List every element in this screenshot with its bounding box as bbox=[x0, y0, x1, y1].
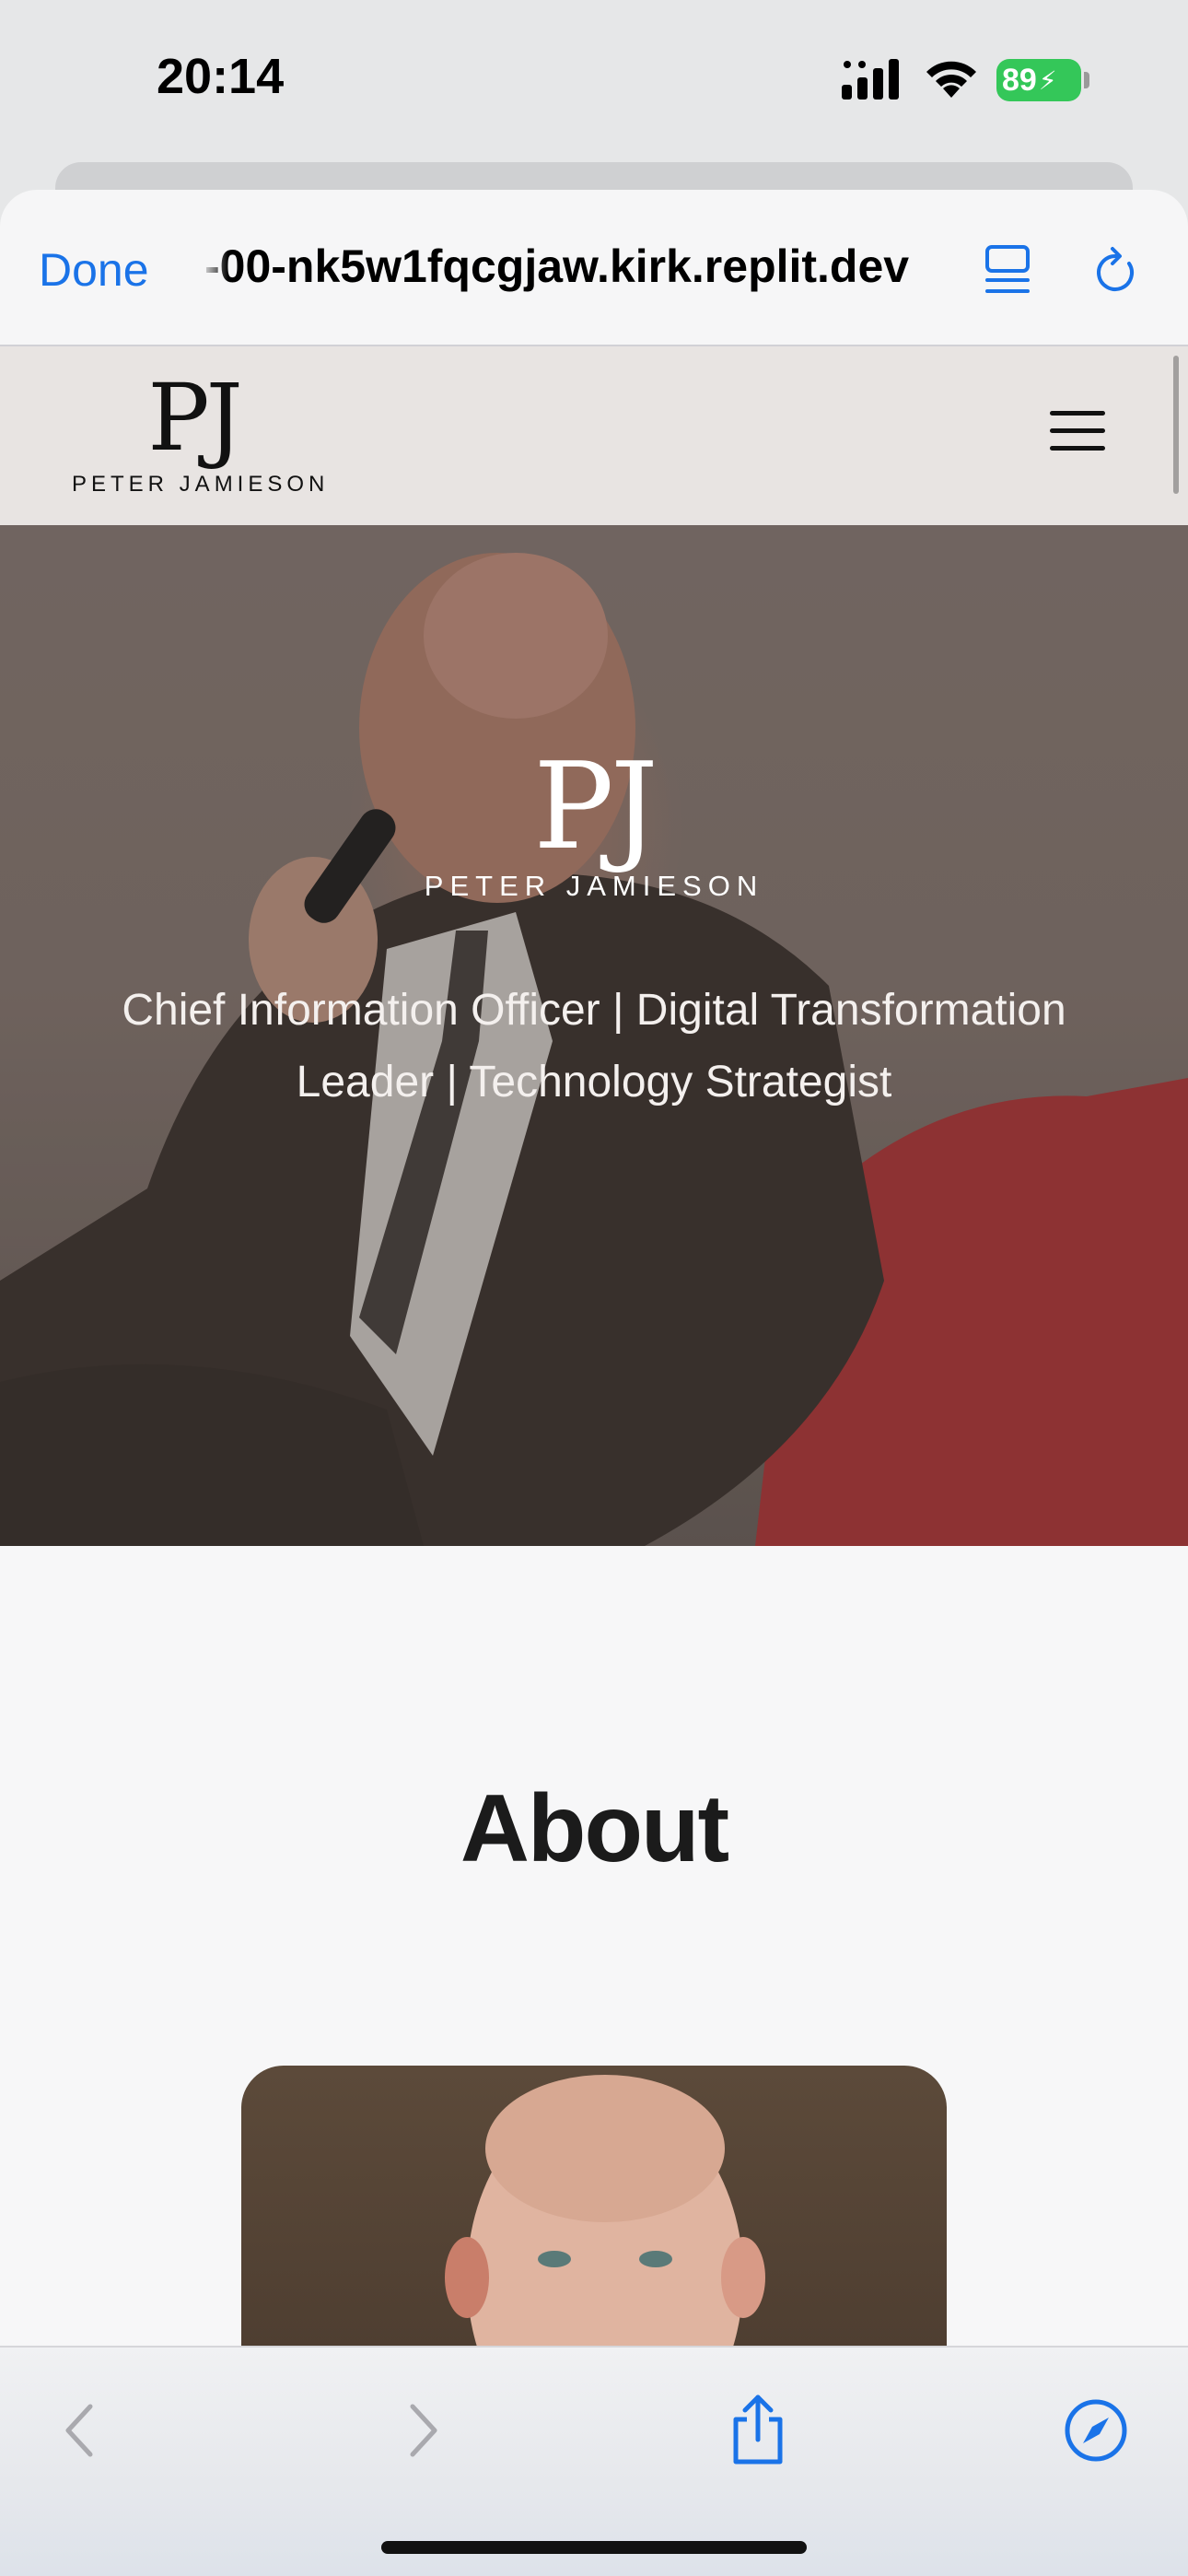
hero-section: PJ PETER JAMIESON Chief Information Offi… bbox=[0, 525, 1188, 1546]
hero-logo-mark: PJ bbox=[533, 736, 658, 876]
url-fade bbox=[201, 240, 228, 299]
hero-logo: PJ PETER JAMIESON bbox=[410, 746, 778, 903]
hamburger-menu-icon[interactable] bbox=[1050, 411, 1105, 457]
hero-tagline: Chief Information Officer | Digital Tran… bbox=[122, 986, 1066, 1107]
status-time: 20:14 bbox=[157, 49, 285, 104]
logo-mark: PJ bbox=[147, 364, 242, 472]
status-bar: 20:14 89 ⚡ bbox=[0, 0, 1188, 157]
charging-bolt-icon: ⚡ bbox=[1038, 65, 1057, 95]
site-header: PJ PETER JAMIESON bbox=[0, 346, 1188, 525]
url-field[interactable]: -00-nk5w1fqcgjaw.kirk.replit.dev bbox=[204, 240, 941, 293]
cellular-signal-icon bbox=[842, 59, 899, 100]
compass-icon[interactable] bbox=[1059, 2394, 1133, 2467]
battery-indicator: 89 ⚡ bbox=[996, 59, 1081, 101]
battery-cap bbox=[1084, 72, 1089, 88]
page-scrollbar[interactable] bbox=[1173, 356, 1179, 494]
chevron-right-icon[interactable] bbox=[387, 2394, 460, 2467]
portrait-photo bbox=[241, 2066, 947, 2379]
home-indicator[interactable] bbox=[381, 2541, 807, 2554]
site-logo[interactable]: PJ PETER JAMIESON bbox=[72, 364, 330, 498]
hero-logo-name: PETER JAMIESON bbox=[424, 870, 764, 902]
logo-name: PETER JAMIESON bbox=[72, 472, 330, 497]
about-title: About bbox=[460, 1775, 729, 1882]
reload-icon[interactable] bbox=[1092, 243, 1140, 297]
battery-level: 89 bbox=[1002, 62, 1037, 98]
done-button[interactable]: Done bbox=[39, 243, 149, 297]
about-section: About bbox=[0, 1546, 1188, 2379]
reader-mode-icon[interactable] bbox=[984, 243, 1031, 297]
wifi-icon bbox=[926, 61, 976, 98]
browser-top-bar: Done -00-nk5w1fqcgjaw.kirk.replit.dev bbox=[0, 190, 1188, 346]
portrait-image bbox=[445, 2075, 765, 2379]
share-icon[interactable] bbox=[721, 2394, 795, 2467]
chevron-left-icon[interactable] bbox=[42, 2394, 116, 2467]
